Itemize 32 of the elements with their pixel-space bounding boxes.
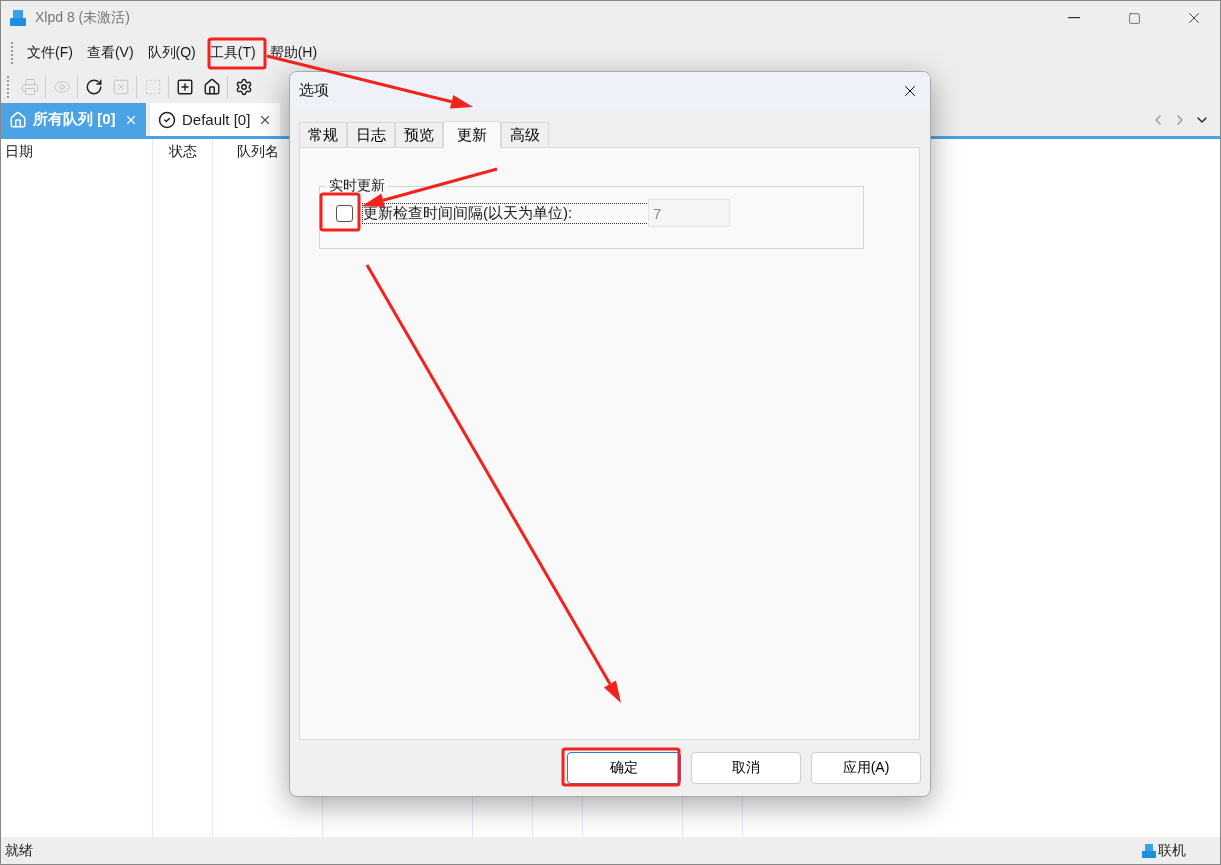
connection-status: 联机 <box>1158 841 1186 860</box>
cancel-button[interactable]: 取消 <box>691 752 801 784</box>
dialog-title: 选项 <box>299 81 330 100</box>
apply-button[interactable]: 应用(A) <box>811 752 921 784</box>
window-title: Xlpd 8 (未激活) <box>35 9 131 27</box>
minimize-icon <box>1068 17 1080 19</box>
highlight-box <box>319 192 361 232</box>
column-header[interactable]: 状态 <box>169 143 197 161</box>
dialog-tab[interactable]: 常规 <box>299 122 347 147</box>
checkbox-label[interactable]: 更新检查时间间隔(以天为单位): <box>363 203 648 223</box>
menu-item[interactable]: 文件(F) <box>21 40 79 65</box>
maximize-icon <box>1127 11 1141 25</box>
home-icon <box>9 110 27 129</box>
check-circle-icon <box>158 110 176 129</box>
status-text: 就绪 <box>5 841 33 860</box>
dialog-tab[interactable]: 高级 <box>501 122 549 147</box>
column-header[interactable]: 日期 <box>5 143 33 161</box>
printer-icon <box>1142 843 1156 858</box>
dialog-tab[interactable]: 预览 <box>395 122 443 147</box>
menu-item[interactable]: 队列(Q) <box>141 40 202 65</box>
dialog-tab[interactable]: 日志 <box>347 122 395 147</box>
group-title: 实时更新 <box>328 177 386 195</box>
ok-button[interactable]: 确定 <box>567 752 681 784</box>
column-header[interactable]: 队列名 <box>237 143 279 161</box>
menu-item[interactable]: 工具(T) <box>203 40 262 65</box>
checkbox[interactable] <box>336 204 353 222</box>
queue-tab[interactable]: Default [0] <box>150 103 280 136</box>
menu-item[interactable]: 帮助(H) <box>263 40 324 65</box>
highlight-box <box>207 37 267 70</box>
app-icon <box>9 9 27 27</box>
menu-item[interactable]: 查看(V) <box>80 40 140 65</box>
dialog-tab[interactable]: 更新 <box>443 121 501 148</box>
